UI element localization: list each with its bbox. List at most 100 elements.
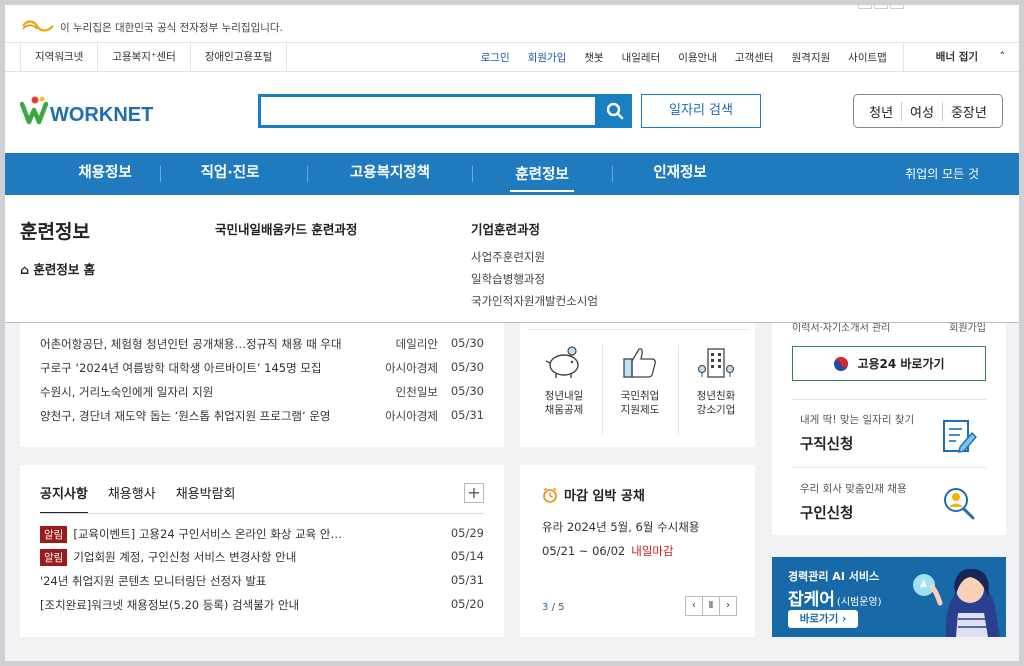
job-application-title: 구직신청 bbox=[800, 437, 854, 453]
chevron-up-icon: ˄ bbox=[999, 51, 1005, 63]
brand-text: WORKNET bbox=[50, 104, 153, 126]
banner-character-illustration bbox=[913, 568, 1000, 637]
more-button[interactable]: + bbox=[464, 483, 484, 503]
news-item[interactable]: 구로구 ‘2024년 여름방학 대학생 아르바이트’ 145명 모집 아시아경제… bbox=[40, 360, 484, 380]
notice-title: [교육이벤트] 고용24 구인서비스 온라인 화상 교육 안… bbox=[73, 527, 342, 541]
menu-consortium[interactable]: 국가인적자원개발컨소시엄 bbox=[471, 290, 598, 312]
notice-date: 05/20 bbox=[450, 597, 484, 611]
nav-talent-info[interactable]: 인재정보 bbox=[625, 153, 735, 195]
link-remote-support[interactable]: 원격지원 bbox=[792, 50, 831, 65]
jobcare-banner[interactable]: 경력관리 AI 서비스 잡케어 (시범운영) 바로가기 › bbox=[772, 557, 1006, 637]
notice-item[interactable]: [조치완료]워크넷 채용정보(5.20 등록) 검색불가 안내 05/20 bbox=[40, 597, 484, 617]
notice-item[interactable]: '24년 취업지원 콘텐츠 모니터링단 선정자 발표 05/31 bbox=[40, 573, 484, 593]
tab-notices[interactable]: 공지사항 bbox=[40, 483, 88, 514]
target-youth[interactable]: 청년 bbox=[861, 102, 901, 121]
link-login[interactable]: 로그인 bbox=[481, 50, 510, 65]
deadline-dates: 05/21 ~ 06/02 bbox=[542, 544, 626, 558]
link-employment-center[interactable]: 고용복지⁺센터 bbox=[97, 43, 190, 72]
nav-job-info[interactable]: 채용정보 bbox=[50, 153, 160, 195]
document-edit-icon bbox=[943, 420, 977, 453]
prev-button[interactable]: ‹ bbox=[685, 596, 703, 616]
worknet-logo[interactable]: WORKNET bbox=[20, 94, 155, 128]
news-source: 아시아경제 bbox=[385, 361, 438, 375]
main-navigation: 채용정보 직업·진로 고용복지정책 훈련정보 인재정보 취업의 모든 것 bbox=[5, 153, 1019, 195]
training-home-link[interactable]: ⌂ 훈련정보 홈 bbox=[20, 259, 95, 278]
notice-title: 기업회원 계정, 구인신청 서비스 변경사항 안내 bbox=[73, 550, 297, 564]
program-youth-friendly-sme[interactable]: 청년친화 강소기업 bbox=[678, 345, 754, 437]
deadline-tag: 내일마감 bbox=[631, 544, 674, 558]
job-application-subtitle: 내게 딱! 맞는 일자리 찾기 bbox=[800, 414, 915, 426]
news-date: 05/30 bbox=[450, 360, 484, 374]
target-women[interactable]: 여성 bbox=[901, 101, 942, 121]
menu-company-training-head[interactable]: 기업훈련과정 bbox=[471, 219, 598, 238]
next-button[interactable]: › bbox=[719, 596, 737, 616]
goyong24-button[interactable]: 고용24 바로가기 bbox=[792, 346, 986, 381]
news-date: 05/31 bbox=[450, 408, 484, 422]
link-sitemap[interactable]: 사이트맵 bbox=[848, 50, 887, 65]
window-controls bbox=[858, 1, 904, 9]
target-middle-age[interactable]: 중장년 bbox=[941, 101, 995, 121]
notice-item[interactable]: 알림 기업회원 계정, 구인신청 서비스 변경사항 안내 05/14 bbox=[40, 549, 484, 569]
program-national-employment[interactable]: 국민취업 지원제도 bbox=[602, 345, 678, 437]
tab-job-fairs[interactable]: 채용박람회 bbox=[176, 483, 236, 514]
link-chatbot[interactable]: 챗봇 bbox=[584, 50, 603, 65]
program-youth-savings[interactable]: 청년내일 채움공제 bbox=[526, 345, 602, 437]
news-title: 어촌어항공단, 체험형 청년인턴 공개채용…정규직 채용 때 우대 bbox=[40, 337, 342, 351]
banner-fold-label: 배너 접기 bbox=[935, 51, 979, 63]
news-item[interactable]: 양천구, 경단녀 재도약 돕는 ‘원스톱 취업지원 프로그램’ 운영 아시아경제… bbox=[40, 408, 484, 428]
utility-bar: 지역워크넷 고용복지⁺센터 장애인고용포털 로그인 회원가입 챗봇 내일레터 이… bbox=[5, 43, 1019, 72]
hiring-application-link[interactable]: 우리 회사 맞춤인재 채용 구인신청 bbox=[800, 481, 907, 523]
support-programs-panel: 청년내일 채움공제 국민취업 지원제도 청년친화 강소기업 bbox=[520, 323, 755, 447]
notice-badge: 알림 bbox=[40, 526, 68, 543]
nav-career[interactable]: 직업·진로 bbox=[175, 153, 285, 195]
nav-training-info[interactable]: 훈련정보 bbox=[510, 156, 574, 192]
menu-naeil-card-course[interactable]: 국민내일배움카드 훈련과정 bbox=[215, 219, 357, 238]
search-input[interactable] bbox=[258, 94, 598, 128]
deadline-pagination: 3 / 5 bbox=[542, 602, 564, 613]
banner-fold-button[interactable]: 배너 접기 ˄ bbox=[902, 43, 1005, 72]
training-mega-menu: 훈련정보 ⌂ 훈련정보 홈 국민내일배움카드 훈련과정 기업훈련과정 사업주훈련… bbox=[5, 195, 1019, 323]
news-panel: 어촌어항공단, 체험형 청년인턴 공개채용…정규직 채용 때 우대 데일리안 0… bbox=[20, 323, 504, 447]
search-icon bbox=[606, 102, 624, 120]
gov-banner: 이 누리집은 대한민국 공식 전자정부 누리집입니다. bbox=[5, 1, 1019, 43]
link-naeil-letter[interactable]: 내일레터 bbox=[622, 50, 661, 65]
deadline-period: 05/21 ~ 06/02 내일마감 bbox=[542, 543, 674, 559]
link-guide[interactable]: 이용안내 bbox=[678, 50, 717, 65]
news-item[interactable]: 어촌어항공단, 체험형 청년인턴 공개채용…정규직 채용 때 우대 데일리안 0… bbox=[40, 336, 484, 356]
search-button[interactable] bbox=[598, 94, 632, 128]
link-disabled-portal[interactable]: 장애인고용포털 bbox=[189, 43, 288, 72]
current-page: 3 bbox=[542, 602, 549, 613]
nav-welfare-policy[interactable]: 고용복지정책 bbox=[325, 153, 455, 195]
job-search-button[interactable]: 일자리 검색 bbox=[641, 94, 761, 128]
piggy-bank-icon bbox=[545, 346, 579, 378]
notice-title: '24년 취업지원 콘텐츠 모니터링단 선정자 발표 bbox=[40, 574, 267, 588]
program-label: 청년친화 강소기업 bbox=[696, 390, 736, 416]
goyong24-label: 고용24 바로가기 bbox=[857, 357, 945, 371]
home-icon: ⌂ bbox=[20, 262, 29, 277]
news-item[interactable]: 수원시, 거리노숙인에게 일자리 지원 인천일보 05/30 bbox=[40, 384, 484, 404]
tab-hiring-events[interactable]: 채용행사 bbox=[108, 483, 156, 514]
news-source: 인천일보 bbox=[395, 385, 438, 399]
deadline-title: 마감 임박 공채 bbox=[564, 489, 645, 504]
job-application-link[interactable]: 내게 딱! 맞는 일자리 찾기 구직신청 bbox=[800, 412, 914, 454]
notice-item[interactable]: 알림 [교육이벤트] 고용24 구인서비스 온라인 화상 교육 안… 05/29 bbox=[40, 526, 484, 546]
link-regional-worknet[interactable]: 지역워크넷 bbox=[20, 43, 97, 72]
news-title: 양천구, 경단녀 재도약 돕는 ‘원스톱 취업지원 프로그램’ 운영 bbox=[40, 409, 331, 423]
notice-panel: 공지사항 채용행사 채용박람회 + 알림 [교육이벤트] 고용24 구인서비스 온… bbox=[20, 465, 504, 637]
hiring-application-subtitle: 우리 회사 맞춤인재 채용 bbox=[800, 483, 907, 495]
notice-date: 05/31 bbox=[450, 573, 484, 587]
taegeuk-icon bbox=[834, 356, 849, 371]
link-customer-center[interactable]: 고객센터 bbox=[735, 50, 774, 65]
banner-title-text: 잡케어 bbox=[788, 590, 835, 610]
carousel-controls: ‹ Ⅱ › bbox=[685, 596, 737, 616]
news-date: 05/30 bbox=[450, 336, 484, 350]
banner-go-button[interactable]: 바로가기 › bbox=[788, 610, 858, 628]
news-title: 구로구 ‘2024년 여름방학 대학생 아르바이트’ 145명 모집 bbox=[40, 361, 322, 375]
link-signup[interactable]: 회원가입 bbox=[528, 50, 567, 65]
menu-employer-training[interactable]: 사업주훈련지원 bbox=[471, 246, 598, 268]
menu-work-study[interactable]: 일학습병행과정 bbox=[471, 268, 598, 290]
nav-all-about-jobs[interactable]: 취업의 모든 것 bbox=[905, 153, 979, 195]
pause-button[interactable]: Ⅱ bbox=[702, 596, 720, 616]
menu-company-training: 기업훈련과정 사업주훈련지원 일학습병행과정 국가인적자원개발컨소시엄 bbox=[471, 219, 598, 312]
deadline-job-title[interactable]: 유라 2024년 5월, 6월 수시채용 bbox=[542, 519, 699, 535]
